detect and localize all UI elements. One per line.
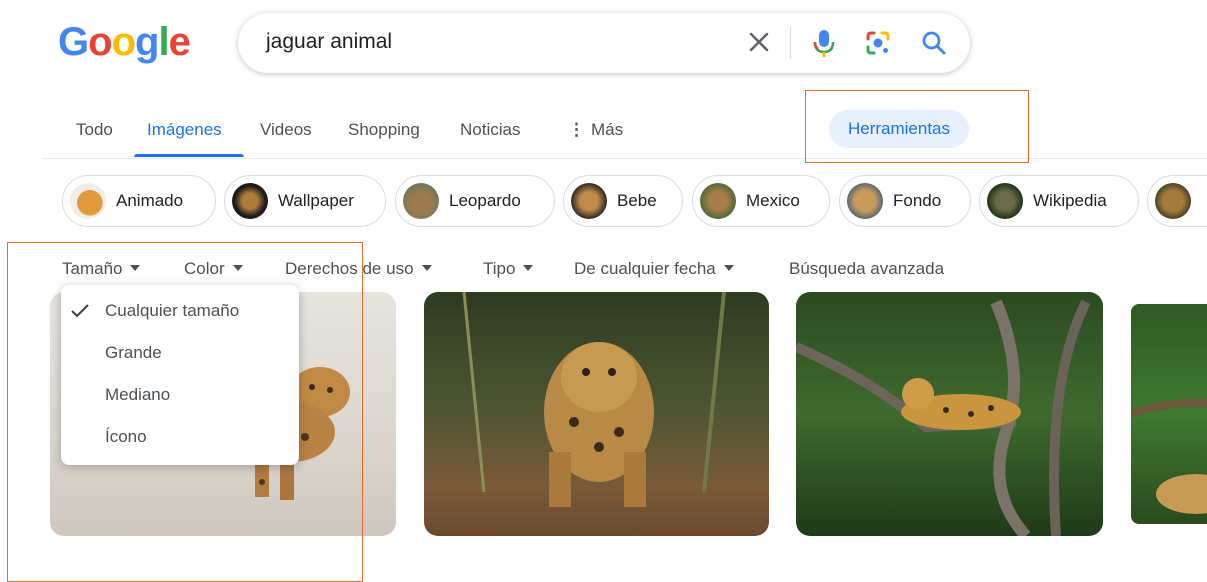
chip-label: Leopardo <box>449 191 521 210</box>
chip-thumbnail <box>700 183 736 219</box>
filter-type[interactable]: Tipo <box>483 259 534 279</box>
search-icon[interactable] <box>920 29 948 57</box>
tab-imagenes[interactable]: Imágenes <box>147 120 222 140</box>
chip-label: Fondo <box>893 191 942 210</box>
active-tab-indicator <box>134 154 244 157</box>
search-input[interactable]: jaguar animal <box>266 30 392 54</box>
chip-label: Animado <box>116 191 184 210</box>
chip-mexico[interactable]: Mexico <box>692 175 830 227</box>
caret-down-icon <box>421 265 432 271</box>
search-divider <box>790 27 791 59</box>
tab-todo[interactable]: Todo <box>76 120 113 140</box>
google-logo[interactable]: Google <box>58 20 191 65</box>
more-vert-icon: ⋮ <box>568 120 585 139</box>
related-chips: Animado Wallpaper Leopardo Bebe Mexico F… <box>62 175 1207 229</box>
chip-thumbnail <box>70 183 106 219</box>
chip-label: Wallpaper <box>278 191 354 210</box>
image-result-2[interactable] <box>424 292 769 536</box>
chip-thumbnail <box>403 183 439 219</box>
google-lens-icon[interactable] <box>864 29 892 57</box>
filter-date[interactable]: De cualquier fecha <box>574 259 734 279</box>
chip-leopardo[interactable]: Leopardo <box>395 175 555 227</box>
chip-thumbnail <box>571 183 607 219</box>
tab-mas-label: Más <box>591 120 624 139</box>
chip-wallpaper[interactable]: Wallpaper <box>224 175 386 227</box>
image-result-3[interactable] <box>796 292 1103 536</box>
tab-noticias[interactable]: Noticias <box>460 120 520 140</box>
filter-type-label: Tipo <box>483 259 516 278</box>
chip-thumbnail <box>847 183 883 219</box>
close-icon[interactable] <box>744 27 774 57</box>
advanced-search-link[interactable]: Búsqueda avanzada <box>789 259 944 279</box>
annotation-box-size-menu <box>7 242 363 582</box>
chip-wikipedia[interactable]: Wikipedia <box>979 175 1139 227</box>
microphone-icon[interactable] <box>812 27 836 59</box>
chip-label: Wikipedia <box>1033 191 1107 210</box>
chip-fondo[interactable]: Fondo <box>839 175 971 227</box>
chip-thumbnail <box>232 183 268 219</box>
chip-more[interactable] <box>1147 175 1207 227</box>
image-result-4[interactable] <box>1131 304 1207 524</box>
tabs-divider <box>42 158 1207 159</box>
jaguar-photo <box>1131 398 1207 514</box>
caret-down-icon <box>723 265 734 271</box>
search-box[interactable]: jaguar animal <box>238 13 970 73</box>
jaguar-photo <box>796 299 1091 536</box>
tab-shopping[interactable]: Shopping <box>348 120 420 140</box>
chip-thumbnail <box>1155 183 1191 219</box>
chip-bebe[interactable]: Bebe <box>563 175 683 227</box>
chip-thumbnail <box>987 183 1023 219</box>
jaguar-photo <box>462 292 726 507</box>
chip-label: Bebe <box>617 191 657 210</box>
chip-label: Mexico <box>746 191 800 210</box>
tab-mas[interactable]: ⋮ Más <box>568 120 623 140</box>
chip-animado[interactable]: Animado <box>62 175 216 227</box>
filter-date-label: De cualquier fecha <box>574 259 716 278</box>
tab-videos[interactable]: Videos <box>260 120 312 140</box>
caret-down-icon <box>523 265 534 271</box>
annotation-box-tools <box>805 90 1029 163</box>
